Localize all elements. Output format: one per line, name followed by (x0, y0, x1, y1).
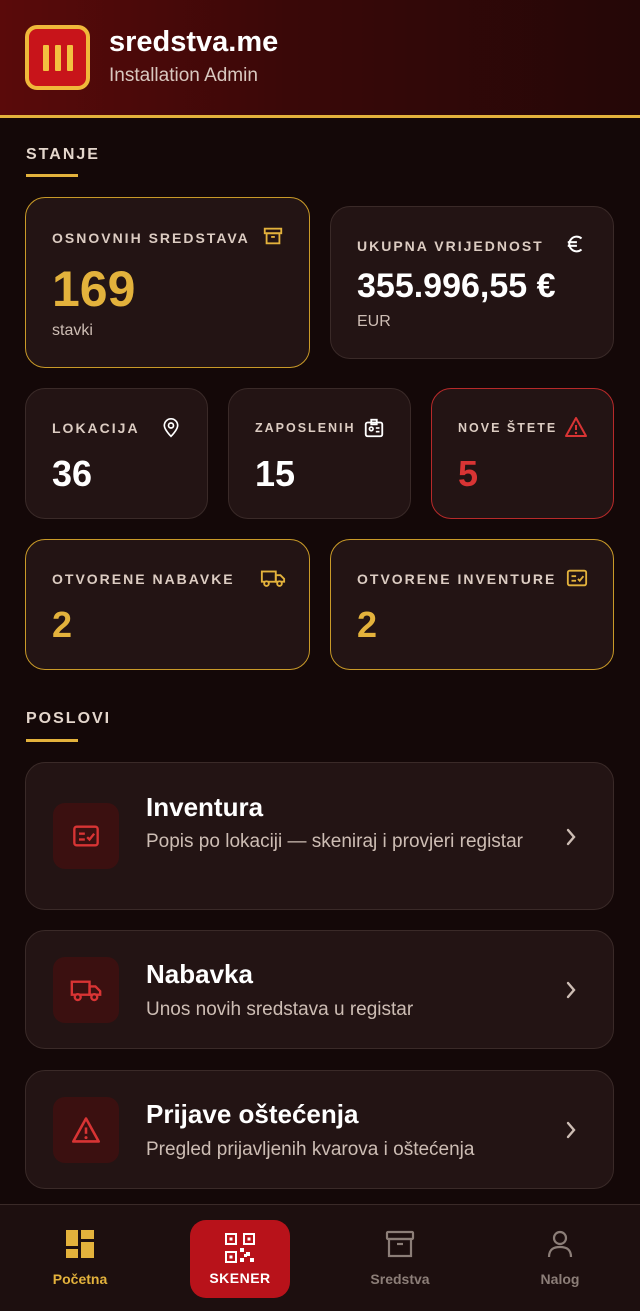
bottom-navigation: Početna SKENER Sredstva Nalog (0, 1204, 640, 1311)
qr-code-icon (225, 1233, 255, 1263)
user-icon (547, 1230, 573, 1258)
truck-icon (70, 980, 102, 1002)
stat-unit: stavki (52, 322, 93, 339)
stat-value: 169 (52, 261, 136, 317)
job-icon-box (53, 803, 119, 869)
id-badge-icon (364, 418, 384, 438)
stat-label: LOKACIJA (52, 420, 140, 436)
nav-label: SKENER (209, 1270, 271, 1286)
dashboard-icon (66, 1230, 94, 1258)
nav-label: Nalog (540, 1271, 580, 1287)
chevron-right-icon (566, 1121, 576, 1139)
section-title-stanje: STANJE (26, 146, 100, 163)
job-card-nabavka[interactable]: Nabavka Unos novih sredstava u registar (25, 930, 614, 1049)
app-subtitle: Installation Admin (109, 65, 258, 86)
section-underline (26, 174, 78, 177)
warning-icon (72, 1117, 100, 1143)
stat-unit: EUR (357, 313, 391, 330)
stat-value: 36 (52, 453, 93, 494)
job-title: Prijave oštećenja (146, 1099, 359, 1129)
stat-card-employees[interactable]: ZAPOSLENIH 15 (228, 388, 411, 519)
stat-card-total-value[interactable]: UKUPNA VRIJEDNOST 355.996,55 € EUR (330, 206, 614, 359)
archive-icon (385, 1230, 415, 1258)
stat-card-open-procurements[interactable]: OTVORENE NABAVKE 2 (25, 539, 310, 670)
job-icon-box (53, 1097, 119, 1163)
truck-icon (260, 570, 286, 587)
nav-account[interactable]: Nalog (495, 1205, 625, 1305)
checklist-icon (73, 825, 99, 847)
job-description: Pregled prijavljenih kvarova i oštećenja (146, 1139, 475, 1160)
stat-value: 5 (458, 453, 479, 494)
job-card-prijave-ostecenja[interactable]: Prijave oštećenja Pregled prijavljenih k… (25, 1070, 614, 1189)
stat-card-damages[interactable]: NOVE ŠTETE 5 (431, 388, 614, 519)
section-title-poslovi: POSLOVI (26, 710, 112, 727)
chevron-right-icon (566, 828, 576, 846)
stat-label: OTVORENE NABAVKE (52, 571, 235, 587)
job-description: Unos novih sredstava u registar (146, 999, 414, 1020)
stat-label: OTVORENE INVENTURE (357, 571, 557, 587)
stat-value: 2 (52, 604, 73, 645)
stat-card-open-inventories[interactable]: OTVORENE INVENTURE 2 (330, 539, 614, 670)
archive-icon (263, 227, 283, 245)
stat-card-assets[interactable]: OSNOVNIH SREDSTAVA 169 stavki (25, 197, 310, 368)
nav-scanner-button[interactable]: SKENER (190, 1220, 290, 1298)
section-underline (26, 739, 78, 742)
stat-label: NOVE ŠTETE (458, 421, 558, 435)
stat-card-locations[interactable]: LOKACIJA 36 (25, 388, 208, 519)
job-card-inventura[interactable]: Inventura Popis po lokaciji — skeniraj i… (25, 762, 614, 910)
app-logo (25, 25, 90, 90)
stat-label: UKUPNA VRIJEDNOST (357, 238, 544, 254)
warning-icon (565, 417, 587, 437)
euro-icon (567, 235, 583, 253)
nav-home[interactable]: Početna (15, 1205, 145, 1305)
job-description: Popis po lokaciji — skeniraj i provjeri … (146, 831, 523, 852)
nav-label: Sredstva (370, 1271, 430, 1287)
stat-label: OSNOVNIH SREDSTAVA (52, 230, 250, 246)
job-title: Nabavka (146, 959, 253, 989)
job-icon-box (53, 957, 119, 1023)
stat-label: ZAPOSLENIH (255, 421, 356, 435)
nav-label: Početna (52, 1271, 108, 1287)
nav-assets[interactable]: Sredstva (335, 1205, 465, 1305)
stat-value: 355.996,55 € (357, 267, 556, 305)
job-title: Inventura (146, 792, 264, 822)
chevron-right-icon (566, 981, 576, 999)
checklist-icon (566, 569, 588, 587)
app-header: sredstva.me Installation Admin (0, 0, 640, 118)
app-title: sredstva.me (109, 26, 279, 58)
stat-value: 15 (255, 453, 296, 494)
stat-value: 2 (357, 604, 378, 645)
location-pin-icon (163, 418, 179, 438)
